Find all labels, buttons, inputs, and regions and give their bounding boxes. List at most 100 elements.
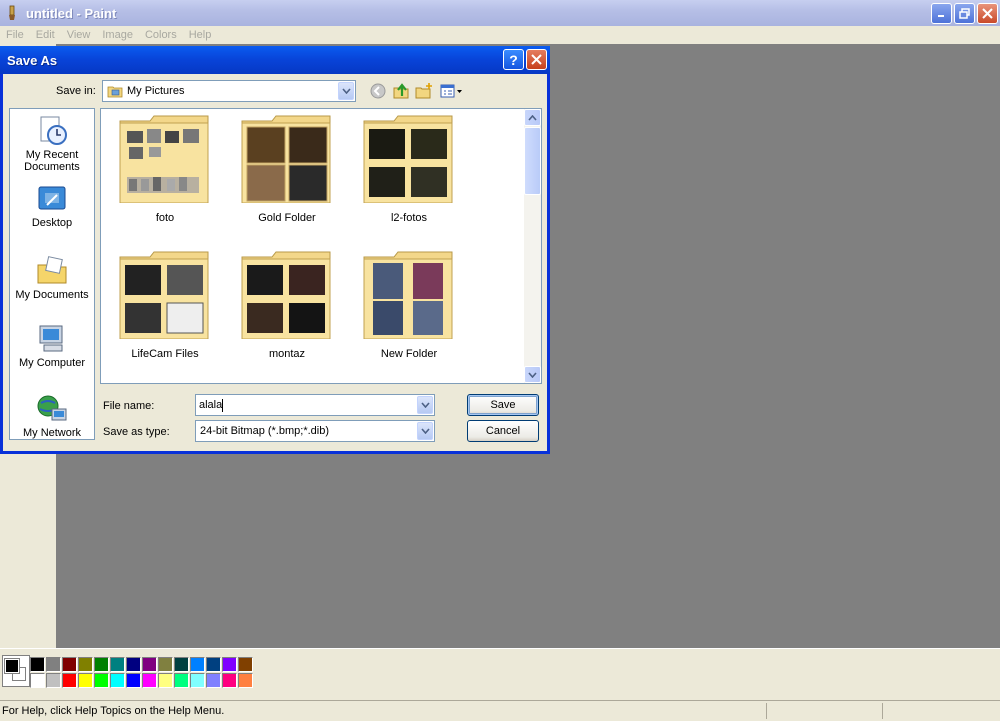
color-swatch[interactable] [30, 657, 45, 672]
chevron-up-icon [528, 114, 537, 121]
color-swatch[interactable] [62, 657, 77, 672]
save-as-type-dropdown[interactable]: 24-bit Bitmap (*.bmp;*.dib) [195, 420, 435, 442]
folder-thumbnail-icon [241, 251, 331, 340]
folder-item[interactable]: LifeCam Files [105, 251, 225, 360]
place-my-network[interactable]: My Network [10, 393, 94, 439]
folder-thumbnail-icon [241, 115, 331, 204]
color-swatches [30, 657, 254, 688]
menu-colors[interactable]: Colors [139, 29, 183, 41]
paint-app-icon [9, 5, 15, 20]
save-in-dropdown-arrow[interactable] [338, 82, 354, 100]
chevron-down-icon [420, 428, 430, 434]
save-in-value: My Pictures [127, 85, 185, 97]
color-swatch[interactable] [110, 673, 125, 688]
file-name-value: alala [199, 399, 223, 411]
save-as-dialog: Save As ? Save in: My Pictures My Recent… [0, 46, 550, 454]
scroll-down-button[interactable] [524, 366, 541, 383]
place-recent-documents[interactable]: My Recent Documents [10, 115, 94, 173]
close-icon [982, 8, 993, 19]
color-swatch[interactable] [190, 657, 205, 672]
file-list-scrollbar[interactable] [524, 109, 541, 383]
color-swatch[interactable] [238, 657, 253, 672]
color-swatch[interactable] [78, 673, 93, 688]
save-as-type-dropdown-arrow[interactable] [417, 422, 433, 440]
cancel-button[interactable]: Cancel [467, 420, 539, 442]
folder-item[interactable]: foto [105, 115, 225, 224]
menu-edit[interactable]: Edit [30, 29, 61, 41]
scroll-up-button[interactable] [524, 109, 541, 126]
folder-name: montaz [268, 348, 306, 360]
place-desktop[interactable]: Desktop [10, 185, 94, 229]
place-my-documents[interactable]: My Documents [10, 255, 94, 301]
scroll-thumb[interactable] [524, 127, 541, 195]
menu-help[interactable]: Help [183, 29, 218, 41]
color-swatch[interactable] [110, 657, 125, 672]
folder-thumbnail-icon [363, 251, 453, 340]
save-button[interactable]: Save [467, 394, 539, 416]
dialog-title: Save As [7, 52, 58, 68]
file-name-dropdown-arrow[interactable] [417, 396, 433, 414]
place-my-computer[interactable]: My Computer [10, 323, 94, 369]
color-swatch[interactable] [158, 657, 173, 672]
color-swatch[interactable] [30, 673, 45, 688]
color-swatch[interactable] [174, 657, 189, 672]
restore-button[interactable] [954, 3, 975, 24]
menu-image[interactable]: Image [96, 29, 139, 41]
menu-view[interactable]: View [61, 29, 97, 41]
status-divider [766, 703, 767, 719]
color-swatch[interactable] [158, 673, 173, 688]
paint-title-bar[interactable]: untitled - Paint [0, 0, 1000, 26]
color-swatch[interactable] [62, 673, 77, 688]
folder-name: Gold Folder [258, 212, 316, 224]
color-swatch[interactable] [238, 673, 253, 688]
place-label: My Recent Documents [24, 149, 80, 173]
menu-file[interactable]: File [0, 29, 30, 41]
chevron-down-icon [528, 371, 537, 378]
close-button[interactable] [977, 3, 998, 24]
help-button[interactable]: ? [503, 49, 524, 70]
color-swatch[interactable] [190, 673, 205, 688]
folder-item[interactable]: New Folder [349, 251, 469, 360]
color-swatch[interactable] [46, 673, 61, 688]
color-swatch[interactable] [78, 657, 93, 672]
color-swatch[interactable] [94, 673, 109, 688]
color-swatch[interactable] [126, 657, 141, 672]
up-folder-icon[interactable] [392, 82, 410, 100]
views-menu-icon[interactable] [439, 82, 465, 100]
minimize-button[interactable] [931, 3, 952, 24]
new-folder-icon[interactable] [415, 82, 433, 100]
save-in-dropdown[interactable]: My Pictures [102, 80, 356, 102]
file-name-label: File name: [103, 400, 155, 412]
folder-thumbnail-icon [119, 115, 209, 204]
save-as-type-value: 24-bit Bitmap (*.bmp;*.dib) [200, 425, 329, 437]
dialog-title-bar[interactable]: Save As ? [0, 46, 550, 74]
color-swatch[interactable] [142, 657, 157, 672]
color-swatch[interactable] [206, 673, 221, 688]
color-swatch[interactable] [222, 673, 237, 688]
color-swatch[interactable] [142, 673, 157, 688]
color-swatch[interactable] [46, 657, 61, 672]
color-swatch[interactable] [222, 657, 237, 672]
dialog-close-button[interactable] [526, 49, 547, 70]
place-label: My Documents [15, 289, 89, 301]
file-list[interactable]: foto Gold Folder l2-fotos LifeCam Files … [100, 108, 542, 384]
folder-name: LifeCam Files [131, 348, 199, 360]
help-icon: ? [509, 51, 518, 68]
folder-item[interactable]: l2-fotos [349, 115, 469, 224]
folder-name: l2-fotos [390, 212, 428, 224]
window-title: untitled - Paint [26, 5, 117, 21]
folder-thumbnail-icon [119, 251, 209, 340]
color-swatch[interactable] [206, 657, 221, 672]
folder-item[interactable]: montaz [227, 251, 347, 360]
back-icon[interactable] [369, 82, 387, 100]
place-label: My Computer [18, 357, 86, 369]
color-swatch[interactable] [174, 673, 189, 688]
file-name-field[interactable]: alala [195, 394, 435, 416]
my-network-icon [37, 395, 67, 421]
status-text: For Help, click Help Topics on the Help … [2, 705, 225, 717]
folder-item[interactable]: Gold Folder [227, 115, 347, 224]
place-label: Desktop [31, 217, 73, 229]
folder-thumbnail-icon [363, 115, 453, 204]
color-swatch[interactable] [126, 673, 141, 688]
color-swatch[interactable] [94, 657, 109, 672]
